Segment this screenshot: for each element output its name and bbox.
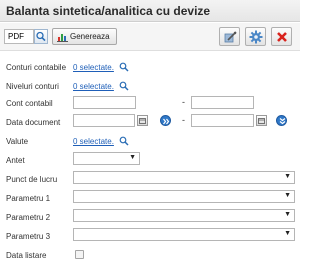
data-document-label: Data document bbox=[6, 118, 61, 127]
chevron-down-icon: ▼ bbox=[284, 192, 291, 199]
search-icon bbox=[36, 31, 46, 42]
chevron-down-icon: ▼ bbox=[284, 230, 291, 237]
chart-icon bbox=[57, 34, 68, 42]
format-search-button[interactable] bbox=[34, 29, 48, 44]
search-icon[interactable] bbox=[119, 81, 129, 91]
gear-icon bbox=[249, 30, 263, 44]
parametru-1-select[interactable]: ▼ bbox=[73, 190, 295, 203]
edit-icon bbox=[224, 31, 237, 43]
generate-button[interactable]: Genereaza bbox=[52, 28, 117, 45]
search-icon[interactable] bbox=[119, 136, 129, 146]
settings-button[interactable] bbox=[245, 27, 266, 46]
antet-select[interactable]: ▼ bbox=[73, 152, 140, 165]
close-button[interactable] bbox=[271, 27, 292, 46]
search-icon[interactable] bbox=[119, 62, 129, 72]
edit-button[interactable] bbox=[219, 27, 240, 46]
parametru-3-select[interactable]: ▼ bbox=[73, 228, 295, 241]
parametru-3-label: Parametru 3 bbox=[6, 232, 51, 241]
valute-link[interactable]: 0 selectate. bbox=[73, 137, 114, 146]
antet-label: Antet bbox=[6, 156, 25, 165]
generate-label: Genereaza bbox=[70, 32, 110, 41]
window-titlebar: Balanta sintetica/analitica cu devize bbox=[0, 0, 300, 22]
chevron-down-icon: ▼ bbox=[129, 154, 136, 161]
parametru-2-label: Parametru 2 bbox=[6, 213, 51, 222]
data-document-to-input[interactable] bbox=[191, 114, 254, 127]
chevron-down-icon: ▼ bbox=[284, 211, 291, 218]
cont-contabil-label: Cont contabil bbox=[6, 99, 53, 108]
punct-de-lucru-label: Punct de lucru bbox=[6, 175, 58, 184]
toolbar: Genereaza bbox=[0, 23, 300, 51]
niveluri-conturi-label: Niveluri conturi bbox=[6, 82, 59, 91]
close-icon bbox=[277, 32, 287, 42]
calendar-icon[interactable] bbox=[137, 115, 148, 126]
down-icon[interactable] bbox=[276, 115, 287, 126]
niveluri-conturi-link[interactable]: 0 selectate. bbox=[73, 82, 114, 91]
data-listare-label: Data listare bbox=[6, 251, 47, 260]
forward-icon[interactable] bbox=[160, 115, 171, 126]
data-document-from-input[interactable] bbox=[73, 114, 135, 127]
chevron-down-icon: ▼ bbox=[284, 173, 291, 180]
cont-contabil-separator: - bbox=[182, 97, 185, 107]
page-title: Balanta sintetica/analitica cu devize bbox=[6, 4, 211, 18]
parametru-1-label: Parametru 1 bbox=[6, 194, 51, 203]
punct-de-lucru-select[interactable]: ▼ bbox=[73, 171, 295, 184]
calendar-icon[interactable] bbox=[256, 115, 267, 126]
parametru-2-select[interactable]: ▼ bbox=[73, 209, 295, 222]
cont-contabil-to-input[interactable] bbox=[191, 96, 254, 109]
conturi-contabile-link[interactable]: 0 selectate. bbox=[73, 63, 114, 72]
format-input[interactable] bbox=[4, 29, 34, 44]
data-listare-checkbox[interactable] bbox=[75, 250, 84, 259]
valute-label: Valute bbox=[6, 137, 29, 146]
conturi-contabile-label: Conturi contabile bbox=[6, 63, 67, 72]
cont-contabil-from-input[interactable] bbox=[73, 96, 136, 109]
data-document-separator: - bbox=[182, 115, 185, 125]
